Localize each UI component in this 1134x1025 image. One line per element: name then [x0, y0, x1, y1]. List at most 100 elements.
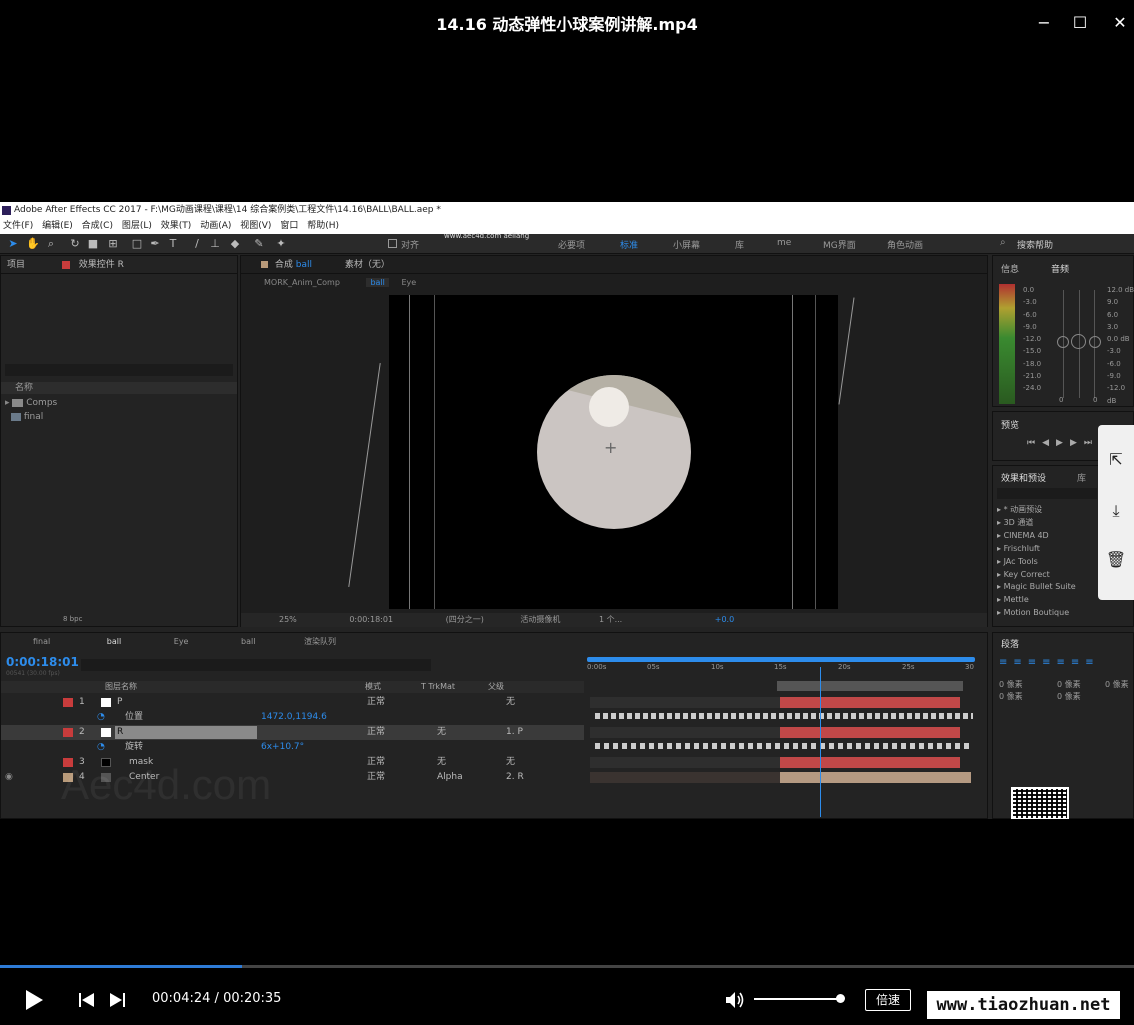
library-tab[interactable]: 库 — [1077, 471, 1086, 484]
views-dropdown[interactable]: 1 个... — [599, 615, 622, 624]
timeline-tab-eye[interactable]: Eye — [174, 637, 189, 646]
layer-bar[interactable] — [780, 772, 971, 783]
stopwatch-icon[interactable]: ◔ — [97, 740, 105, 755]
comp-tab-name[interactable]: ball — [296, 260, 312, 270]
menu-edit[interactable]: 编辑(E) — [39, 219, 76, 234]
layer-mode[interactable]: 正常 — [367, 770, 385, 785]
effects-list-item[interactable]: ▸ JAc Tools — [997, 556, 1076, 569]
trash-icon[interactable]: 🗑 — [1105, 549, 1127, 571]
share-icon[interactable]: ⇱ — [1105, 449, 1127, 471]
effects-list-item[interactable]: ▸ CINEMA 4D — [997, 530, 1076, 543]
composition-viewer[interactable]: + — [389, 295, 838, 609]
shape-tool-icon[interactable]: □ — [130, 237, 144, 251]
camera-dropdown[interactable]: 活动摄像机 — [520, 615, 560, 624]
next-button[interactable] — [108, 992, 126, 1008]
layer-row-selected[interactable]: 2 R 正常 无 1. P — [1, 725, 584, 740]
effects-list-item[interactable]: ▸ Magic Bullet Suite — [997, 581, 1076, 594]
layer-parent[interactable]: 2. R — [506, 770, 524, 785]
comp-timecode[interactable]: 0:00:18:01 — [349, 615, 393, 624]
effects-search-input[interactable] — [997, 488, 1097, 499]
minimize-button[interactable]: − — [1030, 10, 1058, 36]
volume-knob[interactable] — [836, 994, 845, 1003]
volume-button[interactable] — [724, 990, 746, 1010]
eraser-tool-icon[interactable]: ◆ — [228, 237, 242, 251]
preview-transport-icons[interactable]: ⏮◀▶▶⏭ — [1027, 438, 1099, 448]
work-area-bar[interactable] — [587, 657, 975, 662]
px-value[interactable]: 0 像素 — [1057, 691, 1081, 703]
puppet-tool-icon[interactable]: ✦ — [274, 237, 288, 251]
camera-tool-icon[interactable]: ■ — [86, 237, 100, 251]
menu-effect[interactable]: 效果(T) — [158, 219, 195, 234]
selection-tool-icon[interactable]: ➤ — [6, 237, 20, 251]
menu-view[interactable]: 视图(V) — [237, 219, 274, 234]
breadcrumb-mork[interactable]: MORK_Anim_Comp — [264, 278, 340, 287]
px-value[interactable]: 0 像素 — [999, 679, 1023, 691]
preview-tab[interactable]: 预览 — [1001, 418, 1019, 431]
workspace-me[interactable]: me — [777, 238, 791, 248]
layer-parent[interactable]: 1. P — [506, 725, 523, 740]
exposure-value[interactable]: +0.0 — [715, 615, 734, 624]
pen-tool-icon[interactable]: ✒ — [148, 237, 162, 251]
audio-slider-knob[interactable] — [1057, 336, 1069, 348]
rotate-tool-icon[interactable]: ↻ — [68, 237, 82, 251]
breadcrumb-ball[interactable]: ball — [366, 278, 389, 287]
volume-slider[interactable] — [754, 998, 840, 1000]
info-tab[interactable]: 信息 — [1001, 262, 1019, 275]
paragraph-tab[interactable]: 段落 — [1001, 637, 1019, 650]
visibility-eye-icon[interactable]: ◉ — [5, 770, 13, 785]
time-ruler[interactable]: 0:00s 05s 10s 15s 20s 25s 30 — [587, 663, 977, 677]
layer-trkmat[interactable]: 无 — [437, 755, 446, 770]
keyframes-row[interactable] — [595, 713, 973, 719]
progress-bar[interactable] — [0, 965, 1134, 968]
property-value[interactable]: 1472.0,1194.6 — [261, 710, 327, 725]
effects-list-item[interactable]: ▸ Mettle — [997, 594, 1076, 607]
layer-name[interactable]: R — [117, 725, 123, 740]
search-help-field[interactable]: 搜索帮助 — [1017, 238, 1053, 251]
pan-behind-tool-icon[interactable]: ⊞ — [106, 237, 120, 251]
layer-name[interactable]: P — [117, 695, 122, 710]
menu-file[interactable]: 文件(F) — [0, 219, 36, 234]
workspace-standard[interactable]: 标准 — [620, 238, 638, 251]
play-button[interactable] — [23, 988, 45, 1012]
timeline-timecode[interactable]: 0:00:18:01 — [6, 655, 79, 669]
layer-row[interactable]: 1 P 正常 无 — [1, 695, 584, 710]
property-row[interactable]: ◔ 旋转 6x+10.7° — [1, 740, 584, 755]
breadcrumb-eye[interactable]: Eye — [401, 278, 416, 287]
text-tool-icon[interactable]: T — [166, 237, 180, 251]
keyframes-row[interactable] — [595, 743, 973, 749]
workspace-mg[interactable]: MG界面 — [823, 238, 856, 251]
menu-layer[interactable]: 图层(L) — [119, 219, 155, 234]
project-item-final[interactable]: final — [11, 411, 43, 423]
timeline-tab-ball[interactable]: ball — [107, 637, 121, 646]
layer-trkmat[interactable]: Alpha — [437, 770, 463, 785]
effects-list-item[interactable]: ▸ Key Correct — [997, 569, 1076, 582]
project-tab[interactable]: 项目 — [7, 260, 25, 270]
effects-list-item[interactable]: ▸ Motion Boutique — [997, 607, 1076, 620]
download-icon[interactable]: ⤓ — [1105, 500, 1127, 522]
menu-animation[interactable]: 动画(A) — [197, 219, 234, 234]
project-item-comps[interactable]: ▸ Comps — [5, 397, 57, 409]
effects-presets-tab[interactable]: 效果和预设 — [1001, 471, 1046, 484]
brush-tool-icon[interactable]: / — [190, 237, 204, 251]
layer-bar[interactable] — [780, 727, 960, 738]
workspace-libraries[interactable]: 库 — [735, 238, 744, 251]
layer-mode[interactable]: 正常 — [367, 695, 385, 710]
effects-list-item[interactable]: ▸ Frischluft — [997, 543, 1076, 556]
indent-first[interactable]: 0 像素 — [1105, 679, 1129, 691]
clone-stamp-tool-icon[interactable]: ⊥ — [208, 237, 222, 251]
property-value[interactable]: 6x+10.7° — [261, 740, 304, 755]
audio-slider-knob[interactable] — [1089, 336, 1101, 348]
property-row[interactable]: ◔ 位置 1472.0,1194.6 — [1, 710, 584, 725]
timeline-search-input[interactable] — [81, 659, 431, 671]
timeline-tab-ball-2[interactable]: ball — [241, 637, 255, 646]
workspace-small-screen[interactable]: 小屏幕 — [673, 238, 700, 251]
layer-mode[interactable]: 正常 — [367, 725, 385, 740]
audio-slider-knob[interactable] — [1071, 334, 1086, 349]
hand-tool-icon[interactable]: ✋ — [26, 237, 40, 251]
layer-parent[interactable]: 无 — [506, 755, 515, 770]
effect-controls-tab[interactable]: 效果控件 R — [79, 260, 124, 270]
px-value[interactable]: 0 像素 — [999, 691, 1023, 703]
menu-composition[interactable]: 合成(C) — [79, 219, 116, 234]
project-search-input[interactable] — [5, 364, 233, 376]
resolution-dropdown[interactable]: (四分之一) — [446, 615, 484, 624]
